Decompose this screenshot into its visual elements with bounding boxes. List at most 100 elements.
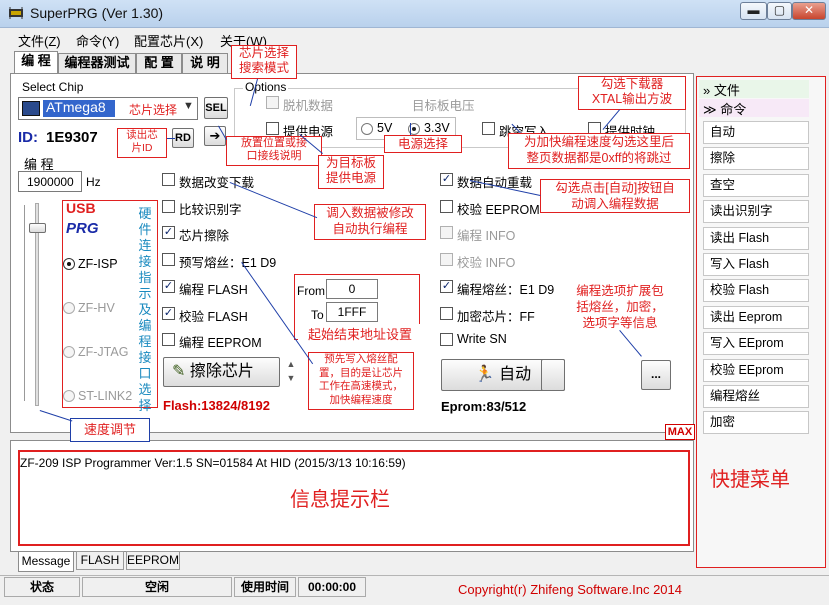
annotation-read-id: 读出芯 片ID [117,128,167,158]
app-icon [9,7,23,19]
annotation-info-bar: 信息提示栏 [290,489,390,511]
left-option-checkbox[interactable] [162,173,175,186]
flash-status: Flash:13824/8192 [163,398,270,413]
sel-button[interactable]: SEL [204,97,228,119]
status-value: 空闲 [82,577,232,597]
tab-help[interactable]: 说 明 [182,53,228,73]
annotation-xtal: 勾选下载器 XTAL输出方波 [578,76,686,110]
right-option-label: 编程 INFO [457,229,516,244]
read-id-button[interactable]: RD [172,128,194,148]
chip-select-dropdown[interactable]: ATmega8 芯片选择 ▼ [18,97,198,120]
minimize-button[interactable]: ▬ [740,2,767,20]
radio-st-link2-label: ST-LINK2 [78,389,133,403]
annotation-auto-load: 勾选点击[自动]按钮自 动调入编程数据 [540,179,690,213]
left-option-label: 预写熔丝：E1 D9 [179,256,277,271]
tab-programmer-test[interactable]: 编程器测试 [58,53,136,73]
frequency-value: 1900000 [27,175,74,189]
quick-menu-item[interactable]: 擦除 [703,147,809,171]
tab-program[interactable]: 编 程 [14,51,58,74]
tab-flash[interactable]: FLASH [76,551,124,570]
sidebar-header-file-label: 文件 [713,83,740,98]
menu-file[interactable]: 文件(Z) [18,31,61,50]
auto-dropdown[interactable] [541,359,565,391]
to-address-input[interactable]: 1FFF [326,302,378,322]
quick-menu-item[interactable]: 查空 [703,173,809,197]
radio-zf-isp[interactable] [63,258,75,270]
annotation-reload-program: 调入数据被修改 自动执行编程 [314,204,426,240]
chip-icon [22,101,40,116]
radio-3v3-label: 3.3V [424,121,450,135]
left-option-checkbox[interactable] [162,333,175,347]
menu-config-chip[interactable]: 配置芯片(X) [134,31,203,50]
annotation-speed-skip: 为加快编程速度勾选这里后 整页数据都是0xff的将跳过 [508,133,690,169]
skip-write-checkbox[interactable] [482,122,495,135]
annotation-target-power: 为目标板 提供电源 [318,155,384,189]
quick-menu-item[interactable]: 读出 Eeprom [703,305,809,329]
right-option-checkbox[interactable]: ✓ [440,279,453,293]
left-option-checkbox[interactable]: ✓ [162,279,175,293]
right-option-checkbox[interactable] [440,253,453,267]
target-voltage-label: 目标板电压 [412,99,475,113]
sidebar-header-command[interactable]: ≫ 命令 [699,99,809,117]
tab-config[interactable]: 配 置 [136,53,182,73]
radio-5v-label: 5V [377,121,393,135]
right-option-label: 编程熔丝：E1 D9 [457,282,555,297]
chevron-down-icon: ▼ [183,100,194,112]
prg-logo-text: PRG [66,220,99,237]
left-option-checkbox[interactable] [162,199,175,213]
radio-zf-jtag[interactable] [63,346,75,358]
elapsed-time-value: 00:00:00 [298,577,366,597]
offline-checkbox[interactable] [266,96,279,109]
right-option-checkbox[interactable] [440,199,453,213]
quick-menu-annotation: 快捷菜单 [710,469,790,491]
status-label: 状态 [4,577,80,597]
quick-menu-item[interactable]: 校验 Flash [703,279,809,303]
to-address-value: 1FFF [337,305,367,319]
speed-slider-track[interactable] [35,203,39,406]
left-option-checkbox[interactable]: ✓ [162,226,175,240]
title-bar: SuperPRG (Ver 1.30) ▬ ▢ ✕ [0,0,829,28]
arrow-right-icon[interactable]: ➔ [204,126,226,146]
radio-5v[interactable] [361,123,373,135]
chip-select-hint: 芯片选择 [129,103,178,117]
quick-menu-item[interactable]: 写入 EEprom [703,332,809,356]
erase-icon: ✎ [172,363,186,380]
radio-zf-hv-label: ZF-HV [78,301,115,315]
frequency-input[interactable]: 1900000 [18,171,82,192]
maximize-button[interactable]: ▢ [767,2,792,20]
right-option-checkbox[interactable] [440,226,453,240]
offline-label: 脱机数据 [283,99,334,113]
radio-st-link2[interactable] [63,390,75,402]
quick-menu-item[interactable]: 编程熔丝 [703,385,809,408]
more-options-button[interactable]: ... [641,360,671,390]
select-chip-label: Select Chip [22,80,84,94]
right-option-checkbox[interactable]: ✓ [440,173,453,186]
radio-zf-hv[interactable] [63,302,75,314]
chevron-down-icon: ≫ [703,102,717,117]
max-badge[interactable]: MAX [665,424,695,440]
from-address-input[interactable]: 0 [326,279,378,299]
right-option-checkbox[interactable] [440,333,453,347]
quick-menu-item[interactable]: 自动 [703,121,809,144]
quick-menu-item[interactable]: 读出识别字 [703,200,809,224]
tab-eeprom[interactable]: EEPROM [126,551,180,570]
supply-power-checkbox[interactable] [266,122,279,135]
left-option-checkbox[interactable]: ✓ [162,306,175,320]
quick-menu-item[interactable]: 写入 Flash [703,253,809,276]
sidebar-header-command-label: 命令 [720,102,747,117]
sidebar-header-file[interactable]: » 文件 [699,80,809,98]
close-button[interactable]: ✕ [792,2,826,20]
eprom-status: Eprom:83/512 [441,399,527,414]
menu-command[interactable]: 命令(Y) [76,31,119,50]
tab-message[interactable]: Message [18,552,74,572]
erase-chip-button[interactable]: ✎ 擦除芯片 [163,357,280,387]
left-option-checkbox[interactable] [162,253,175,267]
quick-menu-item[interactable]: 加密 [703,411,809,435]
quick-menu-item[interactable]: 读出 Flash [703,226,809,250]
right-option-checkbox[interactable] [440,306,453,320]
usb-logo-text: USB [66,200,96,216]
right-option-label: Write SN [457,332,507,347]
erase-spinner[interactable]: ▲ ▼ [284,357,298,387]
quick-menu-item[interactable]: 校验 EEprom [703,358,809,382]
copyright-text: Copyright(r) Zhifeng Software.Inc 2014 [458,582,682,597]
